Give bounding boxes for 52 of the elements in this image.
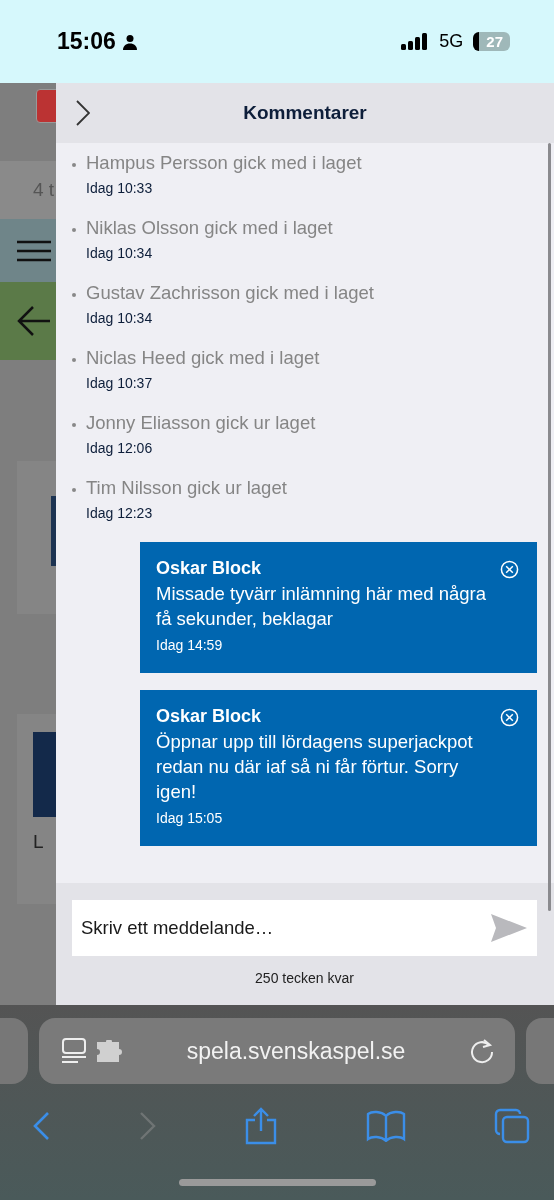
menu-icon bbox=[17, 239, 51, 262]
event-text: Jonny Eliasson gick ur laget bbox=[86, 412, 316, 434]
message-text: Öppnar upp till lördagens superjackpot redan nu där iaf så ni får förtur. Sorry igen! bbox=[156, 730, 474, 804]
event-time: Idag 12:23 bbox=[86, 505, 154, 521]
event-text: Gustav Zachrisson gick med i laget bbox=[86, 282, 374, 304]
tab-pill[interactable] bbox=[0, 1018, 28, 1084]
event-text: Niklas Olsson gick med i laget bbox=[86, 217, 333, 239]
event-text: Niclas Heed gick med i laget bbox=[86, 347, 320, 369]
message-field[interactable]: Skriv ett meddelande… bbox=[72, 900, 537, 956]
share-icon[interactable] bbox=[245, 1107, 277, 1145]
message-author: Oskar Block bbox=[156, 558, 262, 579]
tabs-icon[interactable] bbox=[494, 1108, 530, 1144]
bullet-icon bbox=[72, 228, 76, 232]
reader-icon[interactable] bbox=[61, 1038, 87, 1064]
back-icon[interactable] bbox=[32, 1111, 50, 1141]
bullet-icon bbox=[72, 423, 76, 427]
message-text: Missade tyvärr inlämning här med några få sekunder, beklagar bbox=[156, 582, 488, 631]
bullet-icon bbox=[72, 293, 76, 297]
event-time: Idag 10:34 bbox=[86, 245, 154, 261]
forward-icon[interactable] bbox=[138, 1111, 157, 1141]
bullet-icon bbox=[72, 358, 76, 362]
event-text: Hampus Persson gick med i laget bbox=[86, 152, 362, 174]
event-time: Idag 10:37 bbox=[86, 375, 154, 391]
back-arrow-icon bbox=[17, 304, 51, 338]
character-counter: 250 tecken kvar bbox=[255, 970, 354, 986]
puzzle-icon[interactable] bbox=[97, 1040, 123, 1062]
url-text: spela.svenskaspel.se bbox=[185, 1037, 407, 1065]
event-text: Tim Nilsson gick ur laget bbox=[86, 477, 287, 499]
chevron-right-icon[interactable] bbox=[76, 100, 90, 126]
close-icon[interactable] bbox=[500, 708, 519, 727]
close-icon[interactable] bbox=[500, 560, 519, 579]
battery-level: 27 bbox=[473, 32, 510, 51]
bullet-icon bbox=[72, 163, 76, 167]
address-bar[interactable]: spela.svenskaspel.se bbox=[39, 1018, 515, 1084]
bookmarks-icon[interactable] bbox=[365, 1110, 406, 1142]
bullet-icon bbox=[72, 488, 76, 492]
network-label: 5G bbox=[439, 31, 464, 52]
person-icon bbox=[121, 33, 138, 50]
send-icon[interactable] bbox=[491, 914, 527, 942]
message-time: Idag 15:05 bbox=[156, 810, 224, 826]
status-time: 15:06 bbox=[57, 28, 116, 55]
message-time: Idag 14:59 bbox=[156, 637, 224, 653]
signal-icon bbox=[401, 31, 430, 52]
logo-icon bbox=[36, 89, 56, 123]
background-text: L bbox=[33, 831, 45, 853]
reload-icon[interactable] bbox=[469, 1038, 495, 1064]
tab-pill[interactable] bbox=[526, 1018, 554, 1084]
message-author: Oskar Block bbox=[156, 706, 262, 727]
event-time: Idag 12:06 bbox=[86, 440, 154, 456]
panel-title: Kommentarer bbox=[243, 102, 367, 124]
event-time: Idag 10:34 bbox=[86, 310, 154, 326]
event-time: Idag 10:33 bbox=[86, 180, 154, 196]
